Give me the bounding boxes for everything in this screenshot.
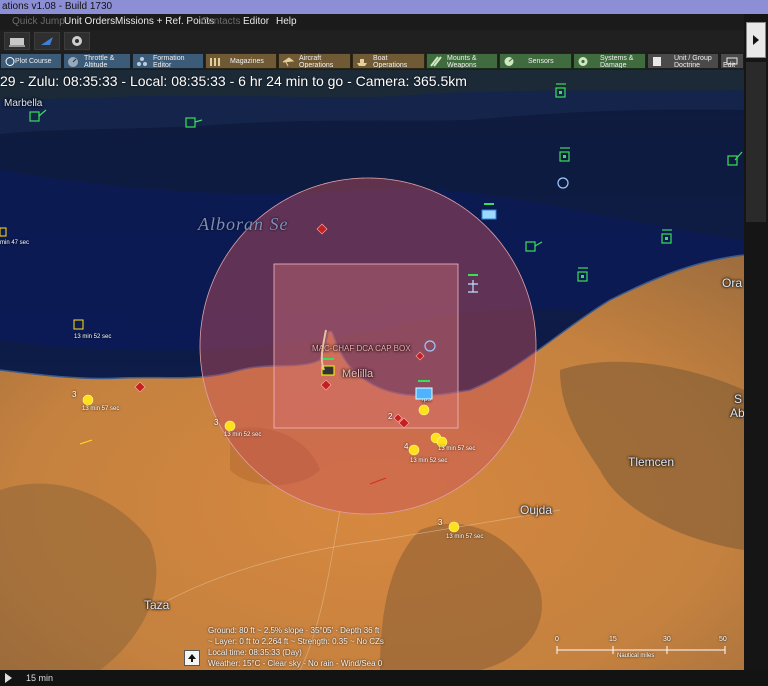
tab-plot-course[interactable]: Plot Course	[0, 53, 62, 69]
boat-icon	[357, 59, 367, 66]
unit-friendly	[415, 387, 433, 400]
menu-quick-jump[interactable]: Quick Jump	[12, 16, 65, 27]
count-label: 3	[72, 390, 77, 399]
arrow-up-icon	[188, 654, 196, 662]
tab-doctrine[interactable]: Unit / Group Doctrine	[647, 53, 719, 69]
menu-bar: Quick Jump Unit Orders Missions + Ref. P…	[0, 14, 744, 30]
play-icon[interactable]	[2, 670, 14, 686]
timer-label: 13 min 52 sec	[410, 458, 448, 464]
menu-contacts[interactable]: Contacts	[201, 16, 240, 27]
unit-layer	[0, 83, 743, 533]
expand-panel-button[interactable]	[746, 22, 766, 58]
count-label: 3	[438, 518, 443, 527]
timer-label: 13 min 57 sec	[438, 446, 476, 452]
gear-icon	[72, 36, 82, 46]
nav-button[interactable]	[34, 32, 60, 50]
toolbar-primary	[0, 30, 744, 52]
window-title: ations v1.08 - Build 1730	[0, 0, 768, 14]
tactical-map[interactable]: 29 - Zulu: 08:35:33 - Local: 08:35:33 - …	[0, 70, 744, 670]
timer-label: min 47 sec	[0, 240, 30, 246]
tab-edit[interactable]: Edit	[720, 53, 744, 69]
status-bar: 15 min	[0, 670, 768, 686]
menu-help[interactable]: Help	[276, 16, 297, 27]
count-label: 2	[388, 412, 393, 421]
menu-missions[interactable]: Missions + Ref. Points	[115, 16, 214, 27]
cursor-info-line3: Local time: 08:35:33 (Day)	[208, 648, 302, 657]
weapons-icon	[430, 56, 442, 67]
unit-marker	[525, 241, 536, 252]
scale-tick-30: 30	[663, 636, 671, 643]
tab-magazines[interactable]: Magazines	[205, 53, 277, 69]
chevron-right-icon	[753, 35, 759, 45]
hangar-button[interactable]	[4, 32, 30, 50]
tab-throttle[interactable]: Throttle & Altitude	[63, 53, 131, 69]
scale-tick-50: 50	[719, 636, 727, 643]
magazine-icon	[210, 58, 220, 66]
count-label: 3	[214, 418, 219, 427]
toolbar-tabs: Plot Course Throttle & Altitude Formation…	[0, 52, 744, 70]
radar-icon	[504, 57, 514, 66]
timer-label: 13 min 57 sec	[82, 406, 120, 412]
cursor-info-line4: Weather: 15°C - Clear sky - No rain - Wi…	[208, 659, 383, 668]
cursor-info-line1: Ground: 80 ft ~ 2.5% slope · 35°05' · De…	[208, 626, 380, 635]
timer-label: 13 min 57 sec	[446, 534, 484, 540]
tab-aircraft-ops[interactable]: Aircraft Operations	[278, 53, 351, 69]
unit-marker	[727, 155, 738, 166]
timer-label: 13 min 52 sec	[224, 432, 262, 438]
document-icon	[653, 57, 661, 66]
scale-tick-15: 15	[609, 636, 617, 643]
menu-editor[interactable]: Editor	[243, 16, 269, 27]
scale-unit: Nautical miles	[617, 653, 655, 659]
settings-button[interactable]	[64, 32, 90, 50]
unit-marker	[29, 111, 40, 122]
menu-unit-orders[interactable]: Unit Orders	[64, 16, 115, 27]
collapse-info-button[interactable]	[184, 650, 200, 666]
unit-friendly	[481, 209, 497, 220]
time-compression[interactable]: 15 min	[26, 673, 53, 683]
tab-mounts-weapons[interactable]: Mounts & Weapons	[426, 53, 498, 69]
cursor-info-line2: ~ Layer: 0 ft to 2,264 ft ~ Strength: 0.…	[208, 637, 384, 646]
gear-icon	[578, 57, 588, 66]
aircraft-icon	[41, 37, 53, 45]
count-label: 4	[404, 442, 409, 451]
timer-label: 13 min 52 sec	[74, 334, 112, 340]
tab-sensors[interactable]: Sensors	[499, 53, 572, 69]
formation-icon	[137, 57, 147, 66]
tab-boat-ops[interactable]: Boat Operations	[352, 53, 425, 69]
gauge-icon	[68, 57, 78, 67]
aircraft-icon	[282, 57, 294, 67]
side-scroll-track[interactable]	[746, 62, 766, 222]
scale-bar: 0 15 30 50 Nautical miles	[553, 636, 729, 660]
right-panel-strip	[744, 14, 768, 686]
tab-formation[interactable]: Formation Editor	[132, 53, 204, 69]
tab-systems-damage[interactable]: Systems & Damage	[573, 53, 646, 69]
hangar-icon	[9, 38, 25, 47]
unit-marker	[185, 117, 196, 128]
scale-tick-0: 0	[555, 636, 559, 643]
